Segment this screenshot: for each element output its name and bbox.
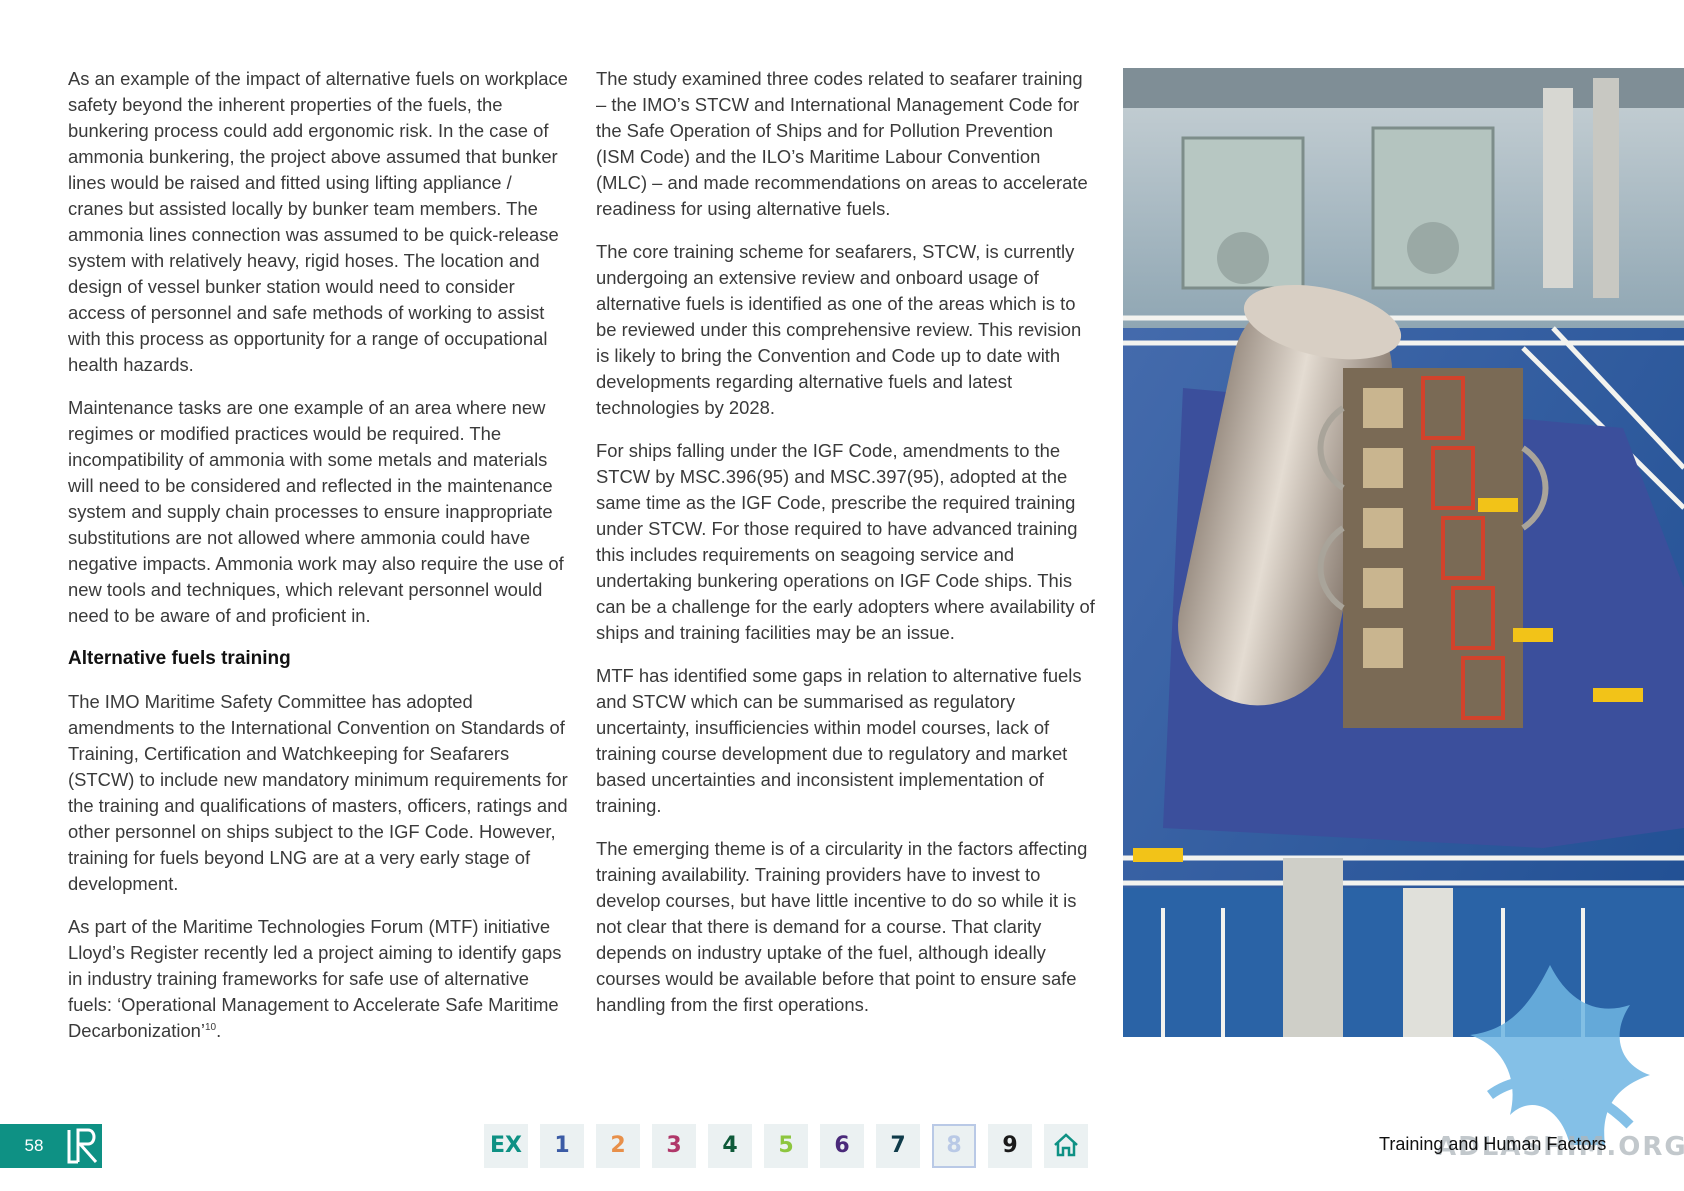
page-number: 58 [24, 1136, 44, 1155]
nav-button-7[interactable]: 7 [876, 1124, 920, 1168]
paragraph: MTF has identified some gaps in relation… [596, 665, 1082, 816]
nav-button-ex[interactable]: EX [484, 1124, 528, 1168]
nav-button-9[interactable]: 9 [988, 1124, 1032, 1168]
paragraph-text: As part of the Maritime Technologies For… [68, 916, 562, 1041]
nav-button-1[interactable]: 1 [540, 1124, 584, 1168]
engine-room-photo [1123, 68, 1684, 1037]
text-column-left: As an example of the impact of alternati… [68, 66, 568, 1061]
paragraph: Maintenance tasks are one example of an … [68, 397, 564, 626]
paragraph: The study examined three codes related t… [596, 68, 1088, 219]
lr-logo-icon[interactable] [66, 1128, 100, 1164]
paragraph-end: . [216, 1020, 222, 1041]
paragraph: As an example of the impact of alternati… [68, 68, 568, 375]
paragraph: For ships falling under the IGF Code, am… [596, 440, 1095, 643]
home-button[interactable] [1044, 1124, 1088, 1168]
paragraph: The IMO Maritime Safety Committee has ad… [68, 691, 568, 894]
paragraph: The core training scheme for seafarers, … [596, 241, 1082, 418]
nav-button-6[interactable]: 6 [820, 1124, 864, 1168]
nav-button-4[interactable]: 4 [708, 1124, 752, 1168]
nav-button-3[interactable]: 3 [652, 1124, 696, 1168]
page-number-box: 58 [0, 1124, 102, 1168]
nav-button-2[interactable]: 2 [596, 1124, 640, 1168]
section-title: Training and Human Factors [1379, 1134, 1607, 1154]
text-column-right: The study examined three codes related t… [596, 66, 1096, 1035]
paragraph: The emerging theme is of a circularity i… [596, 838, 1088, 1015]
section-heading: Alternative fuels training [68, 648, 291, 669]
nav-button-8[interactable]: 8 [932, 1124, 976, 1168]
paragraph: As part of the Maritime Technologies For… [68, 914, 568, 1044]
home-icon [1054, 1133, 1078, 1157]
footnote-ref[interactable]: 10 [205, 1022, 216, 1033]
nav-button-5[interactable]: 5 [764, 1124, 808, 1168]
